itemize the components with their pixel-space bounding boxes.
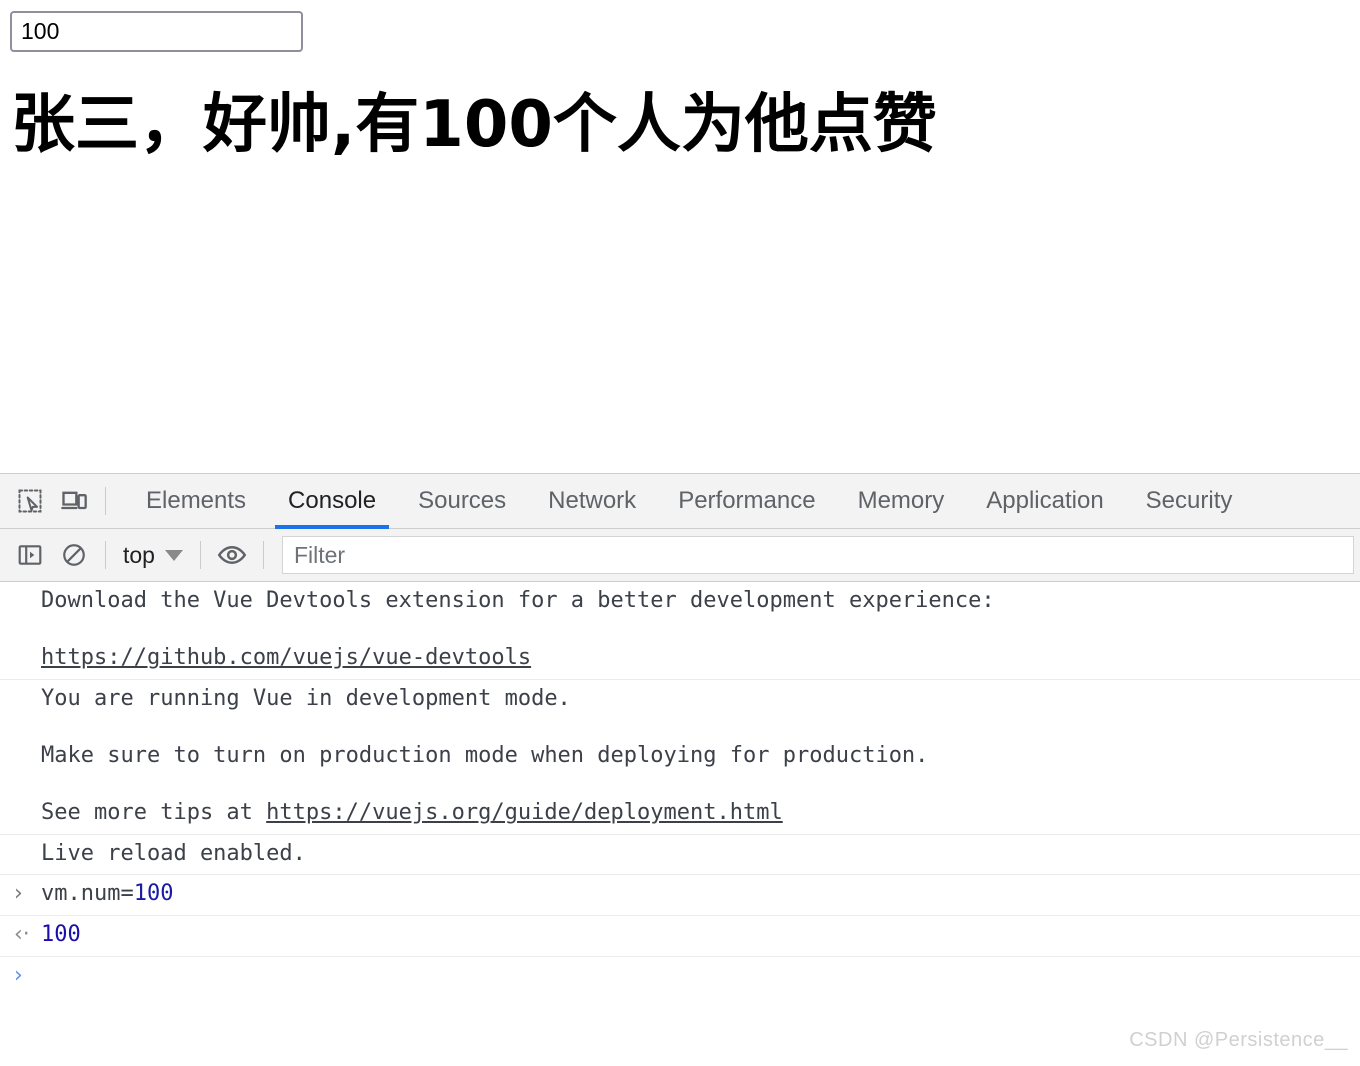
tab-label: Memory [857, 487, 945, 514]
watermark: CSDN @Persistence__ [1129, 1029, 1348, 1051]
page-title: 张三，好帅,有100个人为他点赞 [11, 88, 937, 162]
console-sidebar-icon[interactable] [8, 533, 52, 577]
console-output-entry: ‹· 100 [0, 916, 1360, 957]
toolbar-divider [105, 487, 106, 515]
web-page-viewport: 张三，好帅,有100个人为他点赞 [0, 0, 1360, 473]
console-input-number: 100 [133, 881, 174, 907]
console-output-value: 100 [41, 921, 81, 947]
console-link[interactable]: https://github.com/vuejs/vue-devtools [41, 645, 531, 670]
tab-label: Application [986, 487, 1104, 514]
console-toolbar: top [0, 529, 1360, 582]
clear-console-icon[interactable] [52, 533, 96, 577]
execution-context-selector[interactable]: top [115, 538, 191, 572]
console-input-expression: vm.num= [41, 881, 134, 907]
execution-context-label: top [123, 541, 155, 568]
console-prompt-arrow-icon: › [14, 962, 23, 988]
toolbar-divider [199, 541, 201, 569]
devtools-tabbar: Elements Console Sources Network Perform… [0, 474, 1360, 529]
console-output-arrow-icon: ‹· [14, 921, 30, 947]
console-message-text: See more tips at [41, 800, 267, 826]
tab-label: Performance [678, 487, 816, 514]
toolbar-divider [105, 541, 106, 569]
console-link[interactable]: https://vuejs.org/guide/deployment.html [266, 800, 783, 825]
console-message: Live reload enabled. [0, 835, 1360, 876]
filter-input[interactable] [281, 536, 1354, 574]
console-message-text: Live reload enabled. [41, 840, 306, 866]
toolbar-divider [262, 541, 264, 569]
tab-security[interactable]: Security [1125, 474, 1254, 529]
chevron-down-icon [164, 549, 183, 561]
console-message-text: You are running Vue in development mode. [41, 685, 571, 711]
tab-application[interactable]: Application [965, 474, 1124, 529]
tab-label: Sources [418, 487, 507, 514]
tab-memory[interactable]: Memory [837, 474, 966, 529]
console-message-text: Download the Vue Devtools extension for … [41, 588, 995, 613]
console-prompt[interactable]: › [0, 957, 1360, 988]
devtools-tab-list: Elements Console Sources Network Perform… [125, 474, 1253, 529]
console-message-text: Make sure to turn on production mode whe… [41, 742, 929, 768]
tab-elements[interactable]: Elements [125, 474, 267, 529]
device-toolbar-icon[interactable] [52, 479, 96, 523]
tab-label: Security [1145, 487, 1233, 514]
console-input-entry: › vm.num=100 [0, 875, 1360, 916]
tab-performance[interactable]: Performance [657, 474, 836, 529]
num-input[interactable] [10, 11, 303, 52]
tab-label: Network [548, 487, 637, 514]
tab-network[interactable]: Network [527, 474, 657, 529]
tab-sources[interactable]: Sources [397, 474, 527, 529]
live-expression-eye-icon[interactable] [210, 533, 254, 577]
console-input-arrow-icon: › [14, 881, 23, 907]
tab-console[interactable]: Console [267, 474, 397, 529]
tab-label: Elements [146, 487, 247, 514]
console-message-list[interactable]: Download the Vue Devtools extension for … [0, 582, 1360, 1066]
console-message: Download the Vue Devtools extension for … [0, 582, 1360, 680]
console-message: You are running Vue in development mode.… [0, 680, 1360, 835]
devtools-panel: Elements Console Sources Network Perform… [0, 473, 1360, 1066]
tab-label: Console [288, 487, 377, 514]
inspect-element-icon[interactable] [8, 479, 52, 523]
